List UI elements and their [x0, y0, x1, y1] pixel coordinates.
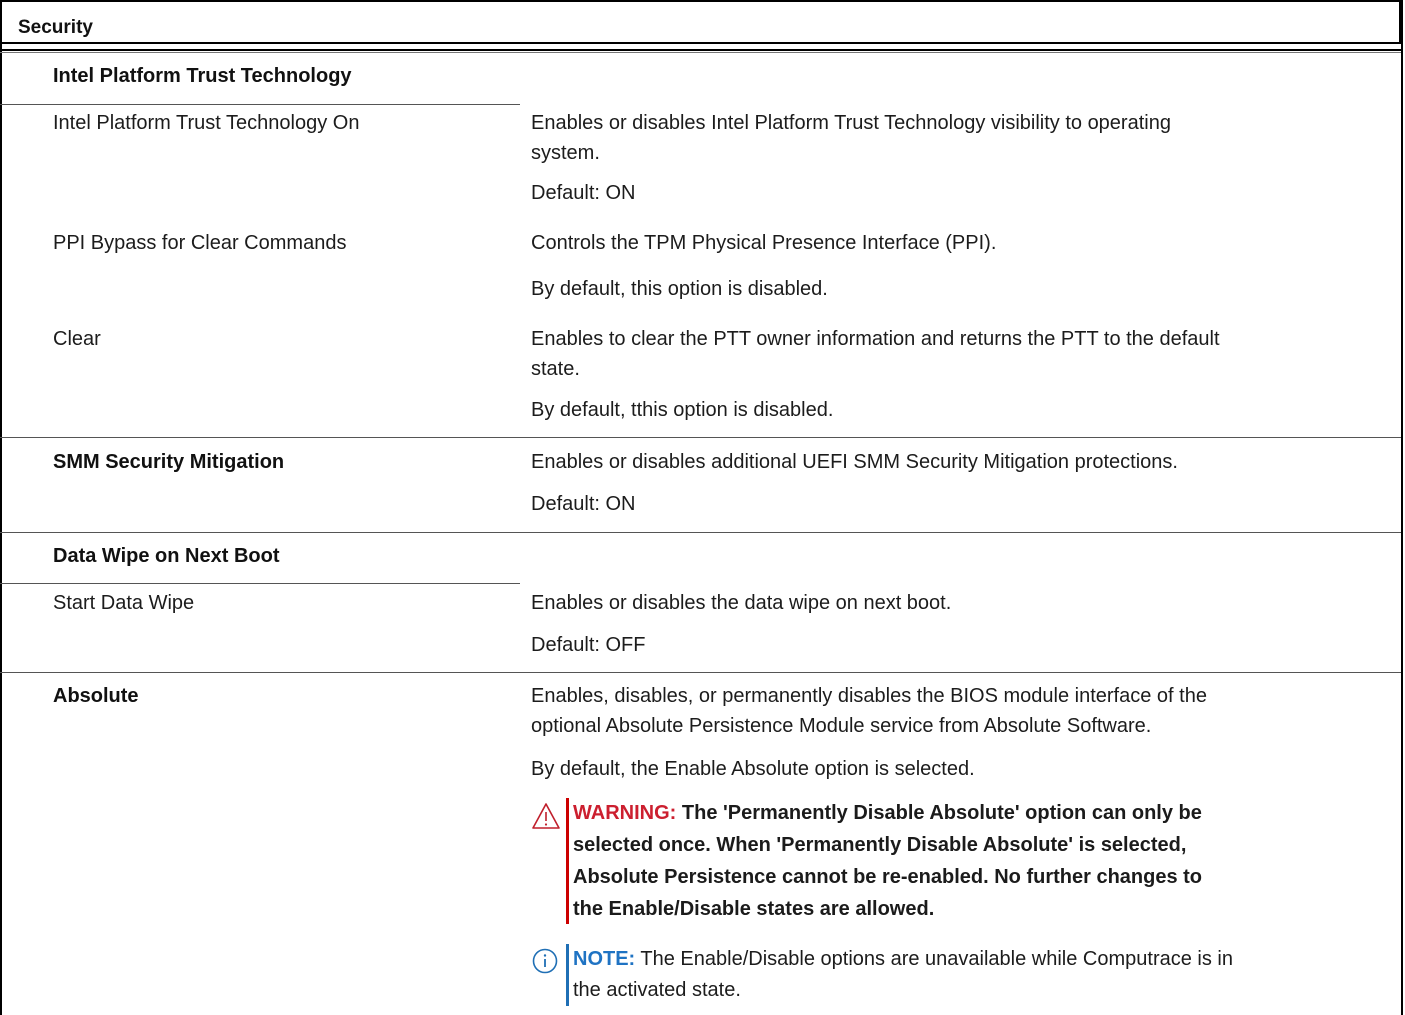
setting-desc-start-data-wipe: Enables or disables the data wipe on nex… [531, 592, 952, 614]
setting-desc-smm: Enables or disables additional UEFI SMM … [531, 451, 1178, 473]
section-heading-ptt: Intel Platform Trust Technology [53, 65, 352, 87]
info-circle-icon [532, 948, 558, 974]
note-label: NOTE: [573, 948, 636, 970]
section-heading-data-wipe: Data Wipe on Next Boot [53, 545, 280, 567]
note-text: The Enable/Disable options are unavailab… [635, 948, 1233, 970]
table-header: Security [0, 0, 1401, 44]
header-divider [0, 49, 1403, 51]
setting-desc-ppi: Controls the TPM Physical Presence Inter… [531, 232, 997, 254]
warning-line-4: the Enable/Disable states are allowed. [573, 898, 935, 920]
note-accent-bar [566, 944, 569, 1006]
setting-default-clear: By default, tthis option is disabled. [531, 399, 834, 421]
setting-label-ppi: PPI Bypass for Clear Commands [53, 232, 347, 254]
row-divider [0, 437, 1401, 438]
warning-text: The 'Permanently Disable Absolute' optio… [676, 802, 1202, 824]
page-title: Security [18, 17, 93, 38]
row-divider [0, 532, 1401, 533]
setting-label-smm: SMM Security Mitigation [53, 451, 285, 473]
setting-desc-absolute: Enables, disables, or permanently disabl… [531, 685, 1207, 707]
warning-line-2: selected once. When 'Permanently Disable… [573, 834, 1187, 856]
warning-label: WARNING: [573, 802, 677, 824]
setting-default-absolute: By default, the Enable Absolute option i… [531, 758, 975, 780]
note-line-1: NOTE: The Enable/Disable options are una… [573, 944, 1233, 974]
setting-label-absolute: Absolute [53, 685, 139, 707]
row-divider [0, 104, 520, 105]
setting-default-smm: Default: ON [531, 493, 636, 515]
warning-line-1: WARNING: The 'Permanently Disable Absolu… [573, 798, 1202, 828]
warning-line-3: Absolute Persistence cannot be re-enable… [573, 866, 1203, 888]
setting-desc-ptt-on: Enables or disables Intel Platform Trust… [531, 112, 1171, 134]
warning-triangle-icon [532, 803, 560, 829]
setting-default-ptt-on: Default: ON [531, 182, 636, 204]
header-subdivider [0, 52, 1401, 53]
setting-desc-absolute-cont: optional Absolute Persistence Module ser… [531, 715, 1152, 737]
setting-desc-clear: Enables to clear the PTT owner informati… [531, 328, 1220, 350]
row-divider [0, 583, 520, 584]
setting-label-clear: Clear [53, 328, 101, 350]
note-line-2: the activated state. [573, 979, 741, 1001]
setting-label-start-data-wipe: Start Data Wipe [53, 592, 195, 614]
warning-accent-bar [566, 798, 569, 924]
setting-default-start-data-wipe: Default: OFF [531, 634, 646, 656]
setting-desc-clear-cont: state. [531, 358, 580, 380]
setting-default-ppi: By default, this option is disabled. [531, 278, 828, 300]
setting-desc-ptt-on-cont: system. [531, 142, 600, 164]
setting-label-ptt-on: Intel Platform Trust Technology On [53, 112, 360, 134]
row-divider [0, 672, 1401, 673]
